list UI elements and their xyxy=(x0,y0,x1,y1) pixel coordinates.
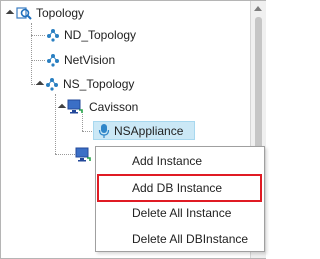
menu-item-label: Add Instance xyxy=(132,154,203,168)
menu-item-add-instance[interactable]: Add Instance xyxy=(96,148,264,174)
tree-node-topology[interactable]: Topology xyxy=(5,3,85,23)
expand-arrow-icon[interactable] xyxy=(5,9,15,19)
tree-node-nd-topology[interactable]: ND_Topology xyxy=(46,25,136,45)
tree-node-label: Topology xyxy=(36,6,85,20)
tree-connector xyxy=(31,23,32,85)
menu-item-highlight-box xyxy=(97,174,262,202)
tree-node-label: Cavisson xyxy=(89,100,139,114)
topology-search-icon xyxy=(16,7,32,20)
tree-connector xyxy=(31,60,45,61)
tree-node-label: NSAppliance xyxy=(114,124,184,138)
menu-item-delete-all-instance[interactable]: Delete All Instance xyxy=(96,200,264,226)
tree-node-label: NS_Topology xyxy=(63,77,135,91)
topology-nodes-icon xyxy=(47,54,59,67)
scroll-up-arrow-icon[interactable] xyxy=(254,6,262,11)
expand-arrow-icon[interactable] xyxy=(57,103,67,113)
tree-node-ns-topology[interactable]: NS_Topology xyxy=(35,74,135,94)
context-menu: Add Instance Add DB Instance Delete All … xyxy=(95,146,265,252)
tree-node-hidden[interactable] xyxy=(75,145,93,165)
menu-item-label: Delete All Instance xyxy=(132,206,232,220)
topology-nodes-icon xyxy=(47,29,59,42)
tree-node-nsappliance[interactable]: NSAppliance xyxy=(98,121,183,141)
expand-arrow-icon[interactable] xyxy=(35,80,45,90)
tree-connector xyxy=(31,35,45,36)
topology-nodes-icon xyxy=(46,78,58,91)
menu-item-label: Delete All DBInstance xyxy=(132,232,249,246)
menu-item-delete-all-dbinstance[interactable]: Delete All DBInstance xyxy=(96,226,264,252)
tree-node-label: ND_Topology xyxy=(64,28,137,42)
tree-node-cavisson[interactable]: Cavisson xyxy=(57,97,139,117)
topology-panel: Topology ND_Topology NetVision NS_Topolo… xyxy=(0,0,266,259)
microphone-icon xyxy=(98,124,110,138)
monitor-icon xyxy=(67,99,83,114)
tree-connector xyxy=(55,154,75,155)
monitor-icon xyxy=(75,147,91,162)
tree-node-netvision[interactable]: NetVision xyxy=(46,50,115,70)
tree-connector xyxy=(55,94,56,154)
tree-node-label: NetVision xyxy=(64,53,116,67)
